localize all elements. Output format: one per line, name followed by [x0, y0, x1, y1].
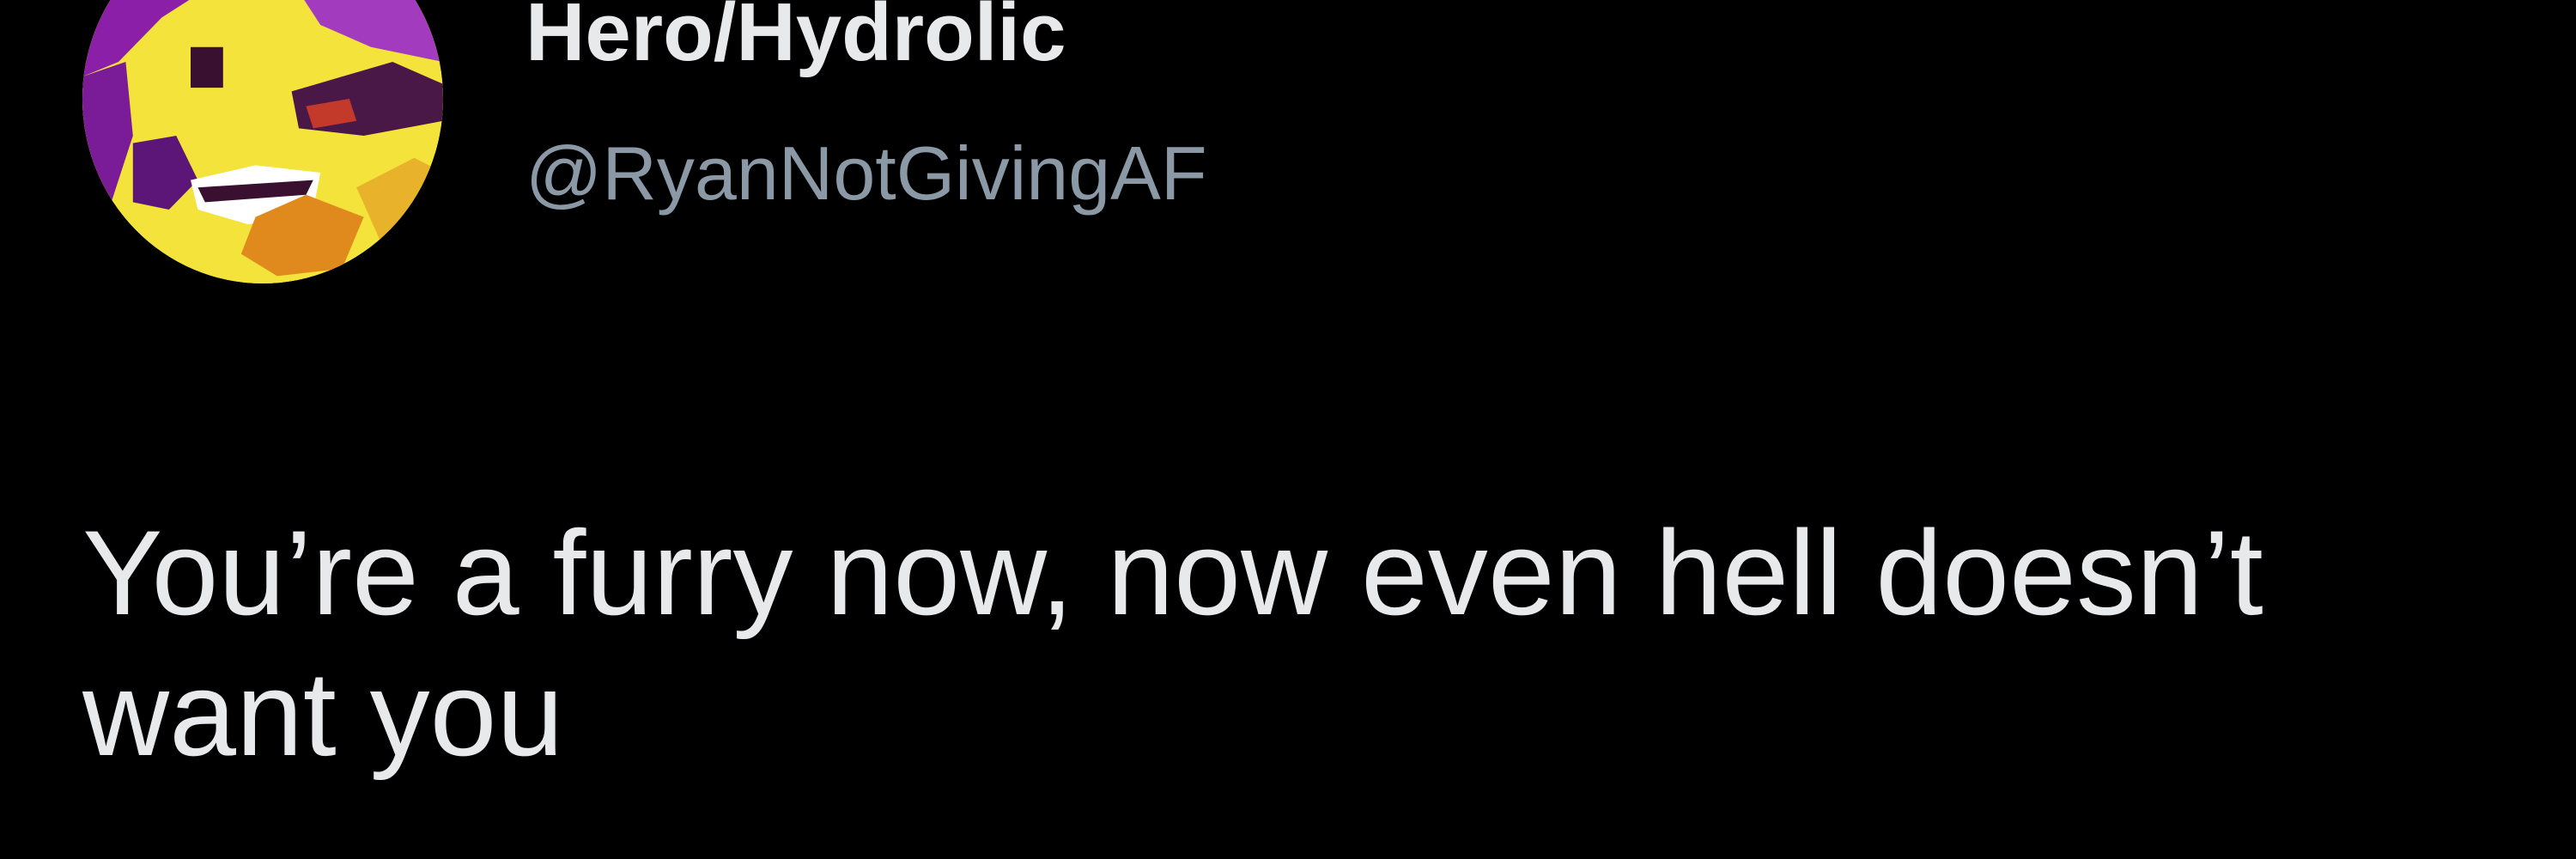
author-handle[interactable]: @RyanNotGivingAF — [526, 136, 1207, 211]
avatar-image-icon — [82, 0, 443, 283]
tweet-card: Hero/Hydrolic @RyanNotGivingAF You’re a … — [0, 0, 2576, 859]
avatar[interactable] — [82, 0, 443, 283]
tweet-text: You’re a furry now, now even hell doesn’… — [82, 505, 2263, 781]
author-display-name[interactable]: Hero/Hydrolic — [526, 0, 1066, 74]
